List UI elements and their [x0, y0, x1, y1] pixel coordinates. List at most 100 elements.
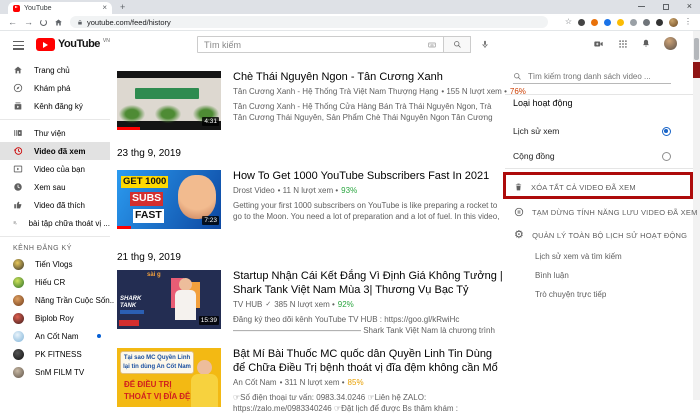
history-icon	[13, 146, 23, 156]
pause-watch-history-button[interactable]: TẠM DỪNG TÍNH NĂNG LƯU VIDEO ĐÃ XEM	[514, 207, 698, 217]
extension-icon[interactable]	[630, 19, 637, 26]
link-watch-search-history[interactable]: Lịch sử xem và tìm kiếm	[535, 252, 622, 261]
sidebar-item-your-videos[interactable]: Video của bạn	[0, 160, 110, 178]
video-thumbnail[interactable]: GET 1000 SUBS FAST 7:23	[117, 170, 221, 229]
search-icon	[453, 40, 462, 49]
keyboard-icon[interactable]	[427, 41, 437, 49]
browser-address-bar: ← → youtube.com/feed/history ☆ ⋮	[0, 14, 700, 31]
video-info: How To Get 1000 YouTube Subscribers Fast…	[233, 170, 503, 229]
sidebar-item-label: Trang chủ	[34, 66, 70, 75]
sidebar-item-liked-videos[interactable]: Video đã thích	[0, 196, 110, 214]
channel-name[interactable]: Tân Cương Xanh - Hệ Thống Trà Việt Nam T…	[233, 87, 438, 96]
video-thumbnail[interactable]: Tại sao MC Quyền Linh lại tin dùng An Cố…	[117, 348, 221, 407]
radio-label: Lịch sử xem	[513, 126, 559, 136]
extension-icon[interactable]	[578, 19, 585, 26]
search-button[interactable]	[444, 36, 471, 53]
sidebar-item-home[interactable]: Trang chủ	[0, 61, 110, 79]
video-title[interactable]: How To Get 1000 YouTube Subscribers Fast…	[233, 170, 503, 184]
sidebar-item-playlist[interactable]: bài tập chữa thoát vị ...	[0, 214, 110, 232]
refresh-icon[interactable]	[40, 19, 47, 26]
video-thumbnail[interactable]: 4:31	[117, 71, 221, 130]
video-title[interactable]: Chè Thái Nguyên Ngon - Tân Cương Xanh	[233, 71, 503, 85]
sidebar-divider	[0, 236, 110, 237]
channel-name[interactable]: An Cốt Nam	[233, 378, 277, 387]
browser-tab[interactable]: YouTube ×	[8, 2, 112, 14]
video-meta: Drost Video • 11 N lượt xem • 93%	[233, 186, 503, 195]
video-description: Tân Cương Xanh - Hệ Thống Cửa Hàng Bán T…	[233, 101, 503, 125]
thumbnail-text-box: Tại sao MC Quyền Linh lại tin dùng An Cố…	[120, 351, 194, 374]
youtube-apps-icon[interactable]	[618, 39, 628, 49]
video-thumbnail[interactable]: sài g SHARKTANK 15:39	[117, 270, 221, 329]
channel-avatar	[13, 313, 24, 324]
duration-badge: 15:39	[199, 316, 219, 325]
account-avatar[interactable]	[664, 37, 677, 50]
manage-activity-button[interactable]: ⚙ QUẢN LÝ TOÀN BỘ LỊCH SỬ HOẠT ĐỘNG	[514, 230, 687, 241]
subscriptions-section-header: KÊNH ĐĂNG KÝ	[0, 241, 110, 255]
radio-unselected-icon[interactable]	[662, 152, 671, 161]
channel-name[interactable]: TV HUB	[233, 300, 262, 309]
sidebar-item-explore[interactable]: Khám phá	[0, 79, 110, 97]
sidebar-channel[interactable]: Hiếu CR	[0, 273, 110, 291]
video-title[interactable]: Startup Nhận Cái Kết Đắng Vì Định Giá Kh…	[233, 270, 503, 298]
history-search-input[interactable]	[528, 72, 671, 81]
link-live-chat[interactable]: Trò chuyện trực tiếp	[535, 290, 606, 299]
link-comments[interactable]: Bình luận	[535, 271, 569, 280]
new-content-dot	[97, 334, 101, 338]
bookmark-star-icon[interactable]: ☆	[565, 18, 572, 26]
video-title[interactable]: Bật Mí Bài Thuốc MC quốc dân Quyền Linh …	[233, 348, 503, 376]
sidebar-item-subscriptions[interactable]: Kênh đăng ký	[0, 97, 110, 115]
video-info: Startup Nhận Cái Kết Đắng Vì Định Giá Kh…	[233, 270, 503, 338]
browser-profile-avatar[interactable]	[669, 18, 678, 27]
scrollbar-thumb[interactable]	[694, 38, 699, 60]
window-controls: ×	[638, 0, 692, 13]
radio-selected-icon[interactable]	[662, 127, 671, 136]
sidebar-item-history[interactable]: Video đã xem	[0, 142, 110, 160]
extension-icon[interactable]	[643, 19, 650, 26]
window-close-icon[interactable]: ×	[687, 2, 692, 11]
youtube-logo[interactable]: YouTube VN	[36, 38, 110, 51]
sidebar-item-label: bài tập chữa thoát vị ...	[29, 219, 110, 228]
channel-name[interactable]: Drost Video	[233, 186, 275, 195]
sidebar-channel[interactable]: SnM FILM TV	[0, 363, 110, 381]
url-bar[interactable]: youtube.com/feed/history	[70, 16, 548, 28]
chrome-toolbar-icons: ☆ ⋮	[565, 18, 692, 27]
date-header: 23 thg 9, 2019	[117, 148, 181, 159]
back-icon[interactable]: ←	[8, 18, 17, 27]
history-search-field[interactable]	[513, 70, 671, 84]
sidebar-channel[interactable]: Năng Trần Cuộc Sốn..	[0, 291, 110, 309]
thumbnail-art	[175, 290, 196, 320]
youtube-favicon-icon	[13, 5, 20, 12]
sidebar-channel[interactable]: PK FITNESS	[0, 345, 110, 363]
forward-icon[interactable]: →	[24, 18, 33, 27]
url-text: youtube.com/feed/history	[87, 18, 171, 27]
voice-search-button[interactable]	[480, 36, 490, 53]
channel-name: Biplob Roy	[35, 314, 74, 323]
extensions-puzzle-icon[interactable]	[656, 19, 663, 26]
new-tab-button[interactable]: +	[120, 3, 125, 12]
channel-name: SnM FILM TV	[35, 368, 84, 377]
window-maximize-icon[interactable]	[663, 4, 669, 10]
channel-avatar	[13, 277, 24, 288]
extension-icon[interactable]	[617, 19, 624, 26]
sidebar-channel[interactable]: Tiến Vlogs	[0, 255, 110, 273]
thumbnail-text: SUBS	[130, 192, 163, 206]
window-minimize-icon[interactable]	[638, 6, 645, 7]
clear-all-watch-history-button[interactable]: XÓA TẤT CẢ VIDEO ĐÃ XEM	[514, 182, 636, 192]
sidebar-channel[interactable]: An Cốt Nam	[0, 327, 110, 345]
search-field[interactable]	[197, 36, 444, 53]
browser-menu-icon[interactable]: ⋮	[684, 18, 692, 26]
search-input[interactable]	[204, 40, 427, 50]
guide-menu-icon[interactable]	[13, 41, 24, 52]
extension-icon[interactable]	[604, 19, 611, 26]
radio-option-watch-history[interactable]: Lịch sử xem	[513, 126, 671, 136]
sidebar-channel[interactable]: Biplob Roy	[0, 309, 110, 327]
sidebar-item-watch-later[interactable]: Xem sau	[0, 178, 110, 196]
radio-option-community[interactable]: Cộng đồng	[513, 151, 671, 161]
notifications-bell-icon[interactable]	[641, 38, 651, 49]
chrome-home-icon[interactable]	[54, 18, 63, 27]
thumbnail-art	[119, 105, 145, 123]
extension-icon[interactable]	[591, 19, 598, 26]
create-video-icon[interactable]	[592, 39, 605, 49]
sidebar-item-library[interactable]: Thư viện	[0, 124, 110, 142]
tab-close-icon[interactable]: ×	[102, 4, 107, 12]
